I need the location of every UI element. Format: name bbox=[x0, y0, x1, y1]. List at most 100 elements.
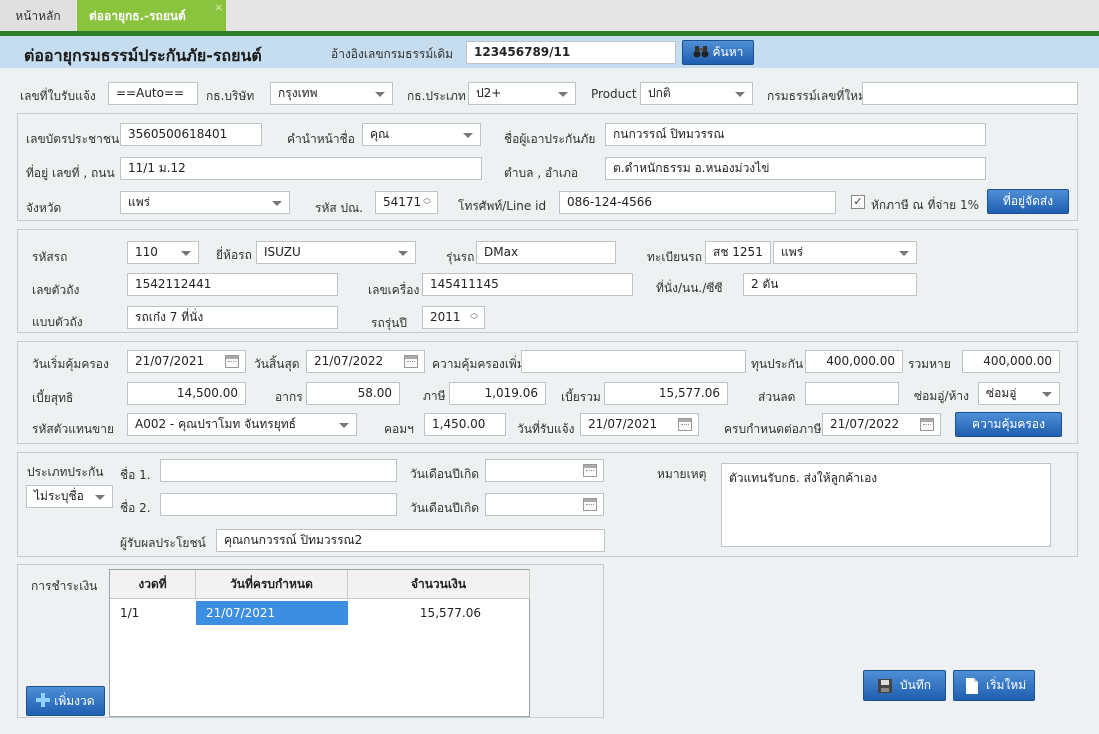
calendar-icon[interactable] bbox=[678, 418, 692, 431]
calendar-icon[interactable] bbox=[920, 418, 934, 431]
discount-input[interactable] bbox=[805, 382, 899, 405]
new-policy-input[interactable] bbox=[862, 82, 1078, 105]
document-icon bbox=[966, 678, 978, 694]
column-header[interactable]: จำนวนเงิน bbox=[348, 570, 530, 599]
chevron-down-icon bbox=[735, 92, 745, 97]
new-button[interactable]: เริ่มใหม่ bbox=[953, 670, 1035, 701]
start-date-input[interactable]: 21/07/2021 bbox=[127, 350, 246, 373]
model-input[interactable]: DMax bbox=[476, 241, 616, 264]
prefix-value: คุณ bbox=[370, 127, 390, 141]
phone-input[interactable]: 086-124-4566 bbox=[559, 191, 836, 214]
notify-date-input[interactable]: 21/07/2021 bbox=[580, 413, 699, 436]
spinner-icon[interactable]: ︿ ﹀ bbox=[467, 309, 481, 326]
add-installment-button[interactable]: เพิ่มงวด bbox=[26, 686, 105, 716]
calendar-icon[interactable] bbox=[404, 355, 418, 368]
delivery-address-button[interactable]: ที่อยู่จัดส่ง bbox=[987, 189, 1069, 214]
calendar-icon[interactable] bbox=[225, 355, 239, 368]
id-input[interactable]: 3560500618401 bbox=[120, 123, 262, 146]
commission-label: คอมฯ bbox=[384, 422, 414, 436]
new-label: เริ่มใหม่ bbox=[986, 678, 1027, 692]
tax-due-value: 21/07/2022 bbox=[830, 417, 900, 431]
address-input[interactable]: 11/1 ม.12 bbox=[120, 157, 482, 180]
name-input[interactable]: กนกวรรณ์ ปิทมวรรณ bbox=[605, 123, 986, 146]
tax-due-date-input[interactable]: 21/07/2022 bbox=[822, 413, 941, 436]
beneficiary-label: ผู้รับผลประโยชน์ bbox=[120, 536, 206, 550]
plate-input[interactable]: สช 1251 bbox=[705, 241, 771, 264]
company-select[interactable]: กรุงเทพ bbox=[270, 82, 393, 105]
chevron-down-icon bbox=[1042, 392, 1052, 397]
chevron-down-icon bbox=[398, 251, 408, 256]
spinner-icon[interactable]: ︿ ﹀ bbox=[420, 194, 434, 211]
calendar-icon[interactable] bbox=[583, 498, 597, 511]
calendar-icon[interactable] bbox=[583, 464, 597, 477]
stamp-label: อากร bbox=[275, 390, 303, 404]
column-header[interactable]: งวดที่ bbox=[110, 570, 196, 599]
plus-icon bbox=[36, 693, 51, 707]
receipt-input[interactable]: ==Auto== bbox=[108, 82, 198, 105]
page-title: ต่ออายุกรมธรรม์ประกันภัย-รถยนต์ bbox=[24, 46, 262, 65]
tab-renew-car[interactable]: ต่ออายุกธ.-รถยนต์ bbox=[77, 0, 226, 31]
engine-input[interactable]: 145411145 bbox=[422, 273, 633, 296]
car-code-select[interactable]: 110 bbox=[127, 241, 199, 264]
floppy-icon bbox=[878, 679, 892, 693]
plate-province-value: แพร่ bbox=[781, 245, 804, 259]
row-date[interactable]: 21/07/2021 bbox=[196, 601, 348, 625]
coverage-button[interactable]: ความคุ้มครอง bbox=[955, 412, 1062, 437]
tax-checkbox[interactable]: ✓ bbox=[851, 195, 865, 209]
tax-amount-label: ภาษี bbox=[423, 389, 446, 403]
chassis-input[interactable]: 1542112441 bbox=[127, 273, 338, 296]
type-select[interactable]: ป2+ bbox=[468, 82, 576, 105]
insurance-type-select[interactable]: ไม่ระบุชื่อ bbox=[26, 485, 113, 508]
chevron-down-icon bbox=[899, 251, 909, 256]
close-icon[interactable]: × bbox=[214, 2, 223, 14]
prefix-select[interactable]: คุณ bbox=[362, 123, 481, 146]
tax-due-label: ครบกำหนดต่อภาษี bbox=[724, 422, 822, 436]
commission-input[interactable]: 1,450.00 bbox=[424, 413, 506, 436]
name1-input[interactable] bbox=[160, 459, 397, 482]
body-input[interactable]: รถเก๋ง 7 ที่นั่ง bbox=[127, 306, 338, 329]
chevron-down-icon bbox=[181, 251, 191, 256]
year-label: รถรุ่นปี bbox=[371, 316, 407, 330]
product-label: Product bbox=[591, 87, 637, 101]
dob1-input[interactable] bbox=[485, 459, 604, 482]
name2-input[interactable] bbox=[160, 493, 397, 516]
total-input[interactable]: 15,577.06 bbox=[604, 382, 728, 405]
plate-province-select[interactable]: แพร่ bbox=[773, 241, 917, 264]
loss-input[interactable]: 400,000.00 bbox=[962, 350, 1060, 373]
notify-label: วันที่รับแจ้ง bbox=[517, 422, 575, 436]
sum-input[interactable]: 400,000.00 bbox=[805, 350, 903, 373]
phone-label: โทรศัพท์/Line id bbox=[458, 199, 547, 213]
body-label: แบบตัวถัง bbox=[32, 315, 83, 329]
stamp-input[interactable]: 58.00 bbox=[306, 382, 400, 405]
repair-select[interactable]: ซ่อมอู่ bbox=[978, 382, 1060, 405]
engine-label: เลขเครื่อง bbox=[368, 283, 420, 297]
seat-input[interactable]: 2 ตัน bbox=[743, 273, 917, 296]
row-amount[interactable]: 15,577.06 bbox=[348, 601, 481, 625]
subdistrict-input[interactable]: ต.ดำหนักธรรม อ.หนองม่วงไข่ bbox=[605, 157, 986, 180]
agent-label: รหัสตัวแทนขาย bbox=[32, 422, 115, 436]
province-select[interactable]: แพร่ bbox=[120, 191, 290, 214]
id-label: เลขบัตรประชาชน bbox=[26, 132, 120, 146]
net-input[interactable]: 14,500.00 bbox=[127, 382, 246, 405]
search-button[interactable]: ค้นหา bbox=[682, 40, 754, 65]
ref-input[interactable]: 123456789/11 bbox=[466, 41, 676, 64]
dob2-input[interactable] bbox=[485, 493, 604, 516]
end-date-input[interactable]: 21/07/2022 bbox=[306, 350, 425, 373]
row-no[interactable]: 1/1 bbox=[120, 601, 190, 625]
year-input[interactable]: 2011 ︿ ﹀ bbox=[422, 306, 485, 329]
company-label: กธ.บริษัท bbox=[206, 89, 255, 103]
beneficiary-input[interactable]: คุณกนกวรรณ์ ปิทมวรรณ2 bbox=[216, 529, 605, 552]
car-code-label: รหัสรถ bbox=[32, 250, 68, 264]
brand-select[interactable]: ISUZU bbox=[256, 241, 416, 264]
remark-textarea[interactable]: ตัวแทนรับกธ. ส่งให้ลูกค้าเอง bbox=[721, 463, 1051, 547]
agent-select[interactable]: A002 - คุณปราโมท จันทรยุทธ์ bbox=[127, 413, 357, 436]
tab-home[interactable]: หน้าหลัก bbox=[0, 0, 76, 31]
tax-amount-input[interactable]: 1,019.06 bbox=[449, 382, 546, 405]
seat-label: ที่นั่ง/นน./ซีซี bbox=[656, 281, 723, 295]
postal-input[interactable]: 54171 ︿ ﹀ bbox=[375, 191, 438, 214]
save-button[interactable]: บันทึก bbox=[863, 670, 946, 701]
extra-input[interactable] bbox=[521, 350, 746, 373]
product-select[interactable]: ปกติ bbox=[640, 82, 753, 105]
sum-label: ทุนประกัน bbox=[751, 357, 804, 371]
column-header[interactable]: วันที่ครบกำหนด bbox=[196, 570, 348, 599]
